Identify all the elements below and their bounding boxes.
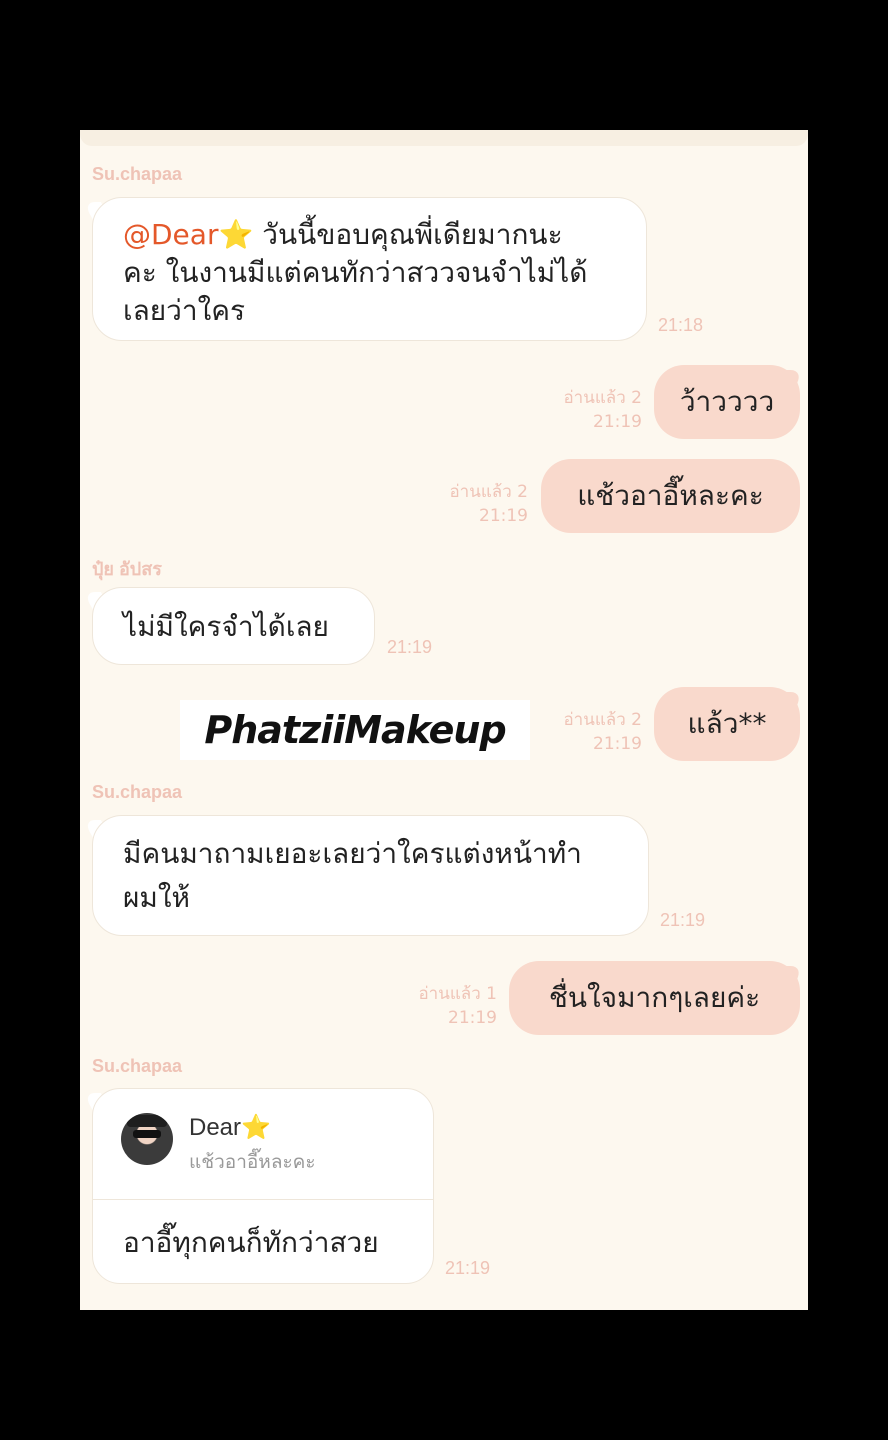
message-time: 21:19 (593, 412, 642, 432)
quoted-message[interactable]: Dear⭐ แช้วอาอี๊หละคะ (93, 1089, 433, 1200)
message-text: เลยว่าใคร (123, 294, 246, 327)
message-text: ไม่มีใครจำได้เลย (123, 610, 329, 643)
message-time: 21:19 (660, 910, 706, 930)
message-bubble[interactable]: ว้าวววว (654, 365, 800, 439)
mention-link[interactable]: @Dear (123, 218, 218, 251)
read-count: อ่านแล้ว 2 (563, 710, 642, 730)
message-time: 21:18 (658, 315, 704, 335)
quoted-author-name: Dear (189, 1114, 242, 1141)
message-text: ว้าวววว (679, 385, 775, 418)
sender-name: Su.chapaa (92, 782, 183, 802)
watermark-logo: PhatziiMakeup (180, 700, 530, 760)
message-time: 21:19 (448, 1008, 497, 1028)
message-text: วันนี้ขอบคุณพี่เดียมากนะ (253, 218, 563, 251)
avatar (121, 1113, 173, 1165)
read-receipt: อ่านแล้ว 1 21:19 (418, 982, 497, 1030)
message-bubble[interactable]: มีคนมาถามเยอะเลยว่าใครแต่งหน้าทำ ผมให้ (92, 815, 649, 936)
message-bubble[interactable]: แล้ว** (654, 687, 800, 761)
read-count: อ่านแล้ว 1 (418, 984, 497, 1004)
sender-name: Su.chapaa (92, 1056, 183, 1076)
read-receipt: อ่านแล้ว 2 21:19 (449, 480, 528, 528)
message-bubble[interactable]: แช้วอาอี๊หละคะ (541, 459, 800, 533)
read-count: อ่านแล้ว 2 (563, 388, 642, 408)
star-icon: ⭐ (241, 1114, 271, 1141)
top-bar-edge (80, 130, 808, 146)
quoted-author: Dear⭐ (189, 1113, 271, 1142)
star-icon: ⭐ (218, 218, 254, 251)
read-receipt: อ่านแล้ว 2 21:19 (563, 708, 642, 756)
quoted-text: แช้วอาอี๊หละคะ (189, 1151, 316, 1173)
reply-message-bubble[interactable]: Dear⭐ แช้วอาอี๊หละคะ อาอี๊ทุกคนก็ทักว่าส… (92, 1088, 434, 1284)
avatar-glasses (133, 1130, 161, 1138)
message-time: 21:19 (593, 734, 642, 754)
message-text: อาอี๊ทุกคนก็ทักว่าสวย (123, 1226, 379, 1259)
message-text: คะ ในงานมีแต่คนทักว่าสววจนจำไม่ได้ (123, 256, 588, 289)
message-text: แล้ว** (687, 707, 767, 740)
read-count: อ่านแล้ว 2 (449, 482, 528, 502)
message-bubble[interactable]: @Dear⭐ วันนี้ขอบคุณพี่เดียมากนะ คะ ในงาน… (92, 197, 647, 341)
message-text: ผมให้ (123, 881, 190, 914)
message-bubble[interactable]: ชื่นใจมากๆเลยค่ะ (509, 961, 800, 1035)
chat-view[interactable]: Su.chapaa @Dear⭐ วันนี้ขอบคุณพี่เดียมากน… (80, 130, 808, 1310)
message-text: มีคนมาถามเยอะเลยว่าใครแต่งหน้าทำ (123, 837, 582, 870)
message-bubble[interactable]: ไม่มีใครจำได้เลย (92, 587, 375, 665)
message-text: แช้วอาอี๊หละคะ (577, 479, 764, 512)
sender-name: Su.chapaa (92, 164, 183, 184)
sender-name: ปุ๋ย อัปสร (92, 559, 162, 579)
avatar-hair (127, 1115, 167, 1127)
message-text: ชื่นใจมากๆเลยค่ะ (548, 981, 761, 1014)
message-time: 21:19 (479, 506, 528, 526)
message-time: 21:19 (387, 637, 433, 657)
read-receipt: อ่านแล้ว 2 21:19 (563, 386, 642, 434)
message-time: 21:19 (445, 1258, 491, 1278)
